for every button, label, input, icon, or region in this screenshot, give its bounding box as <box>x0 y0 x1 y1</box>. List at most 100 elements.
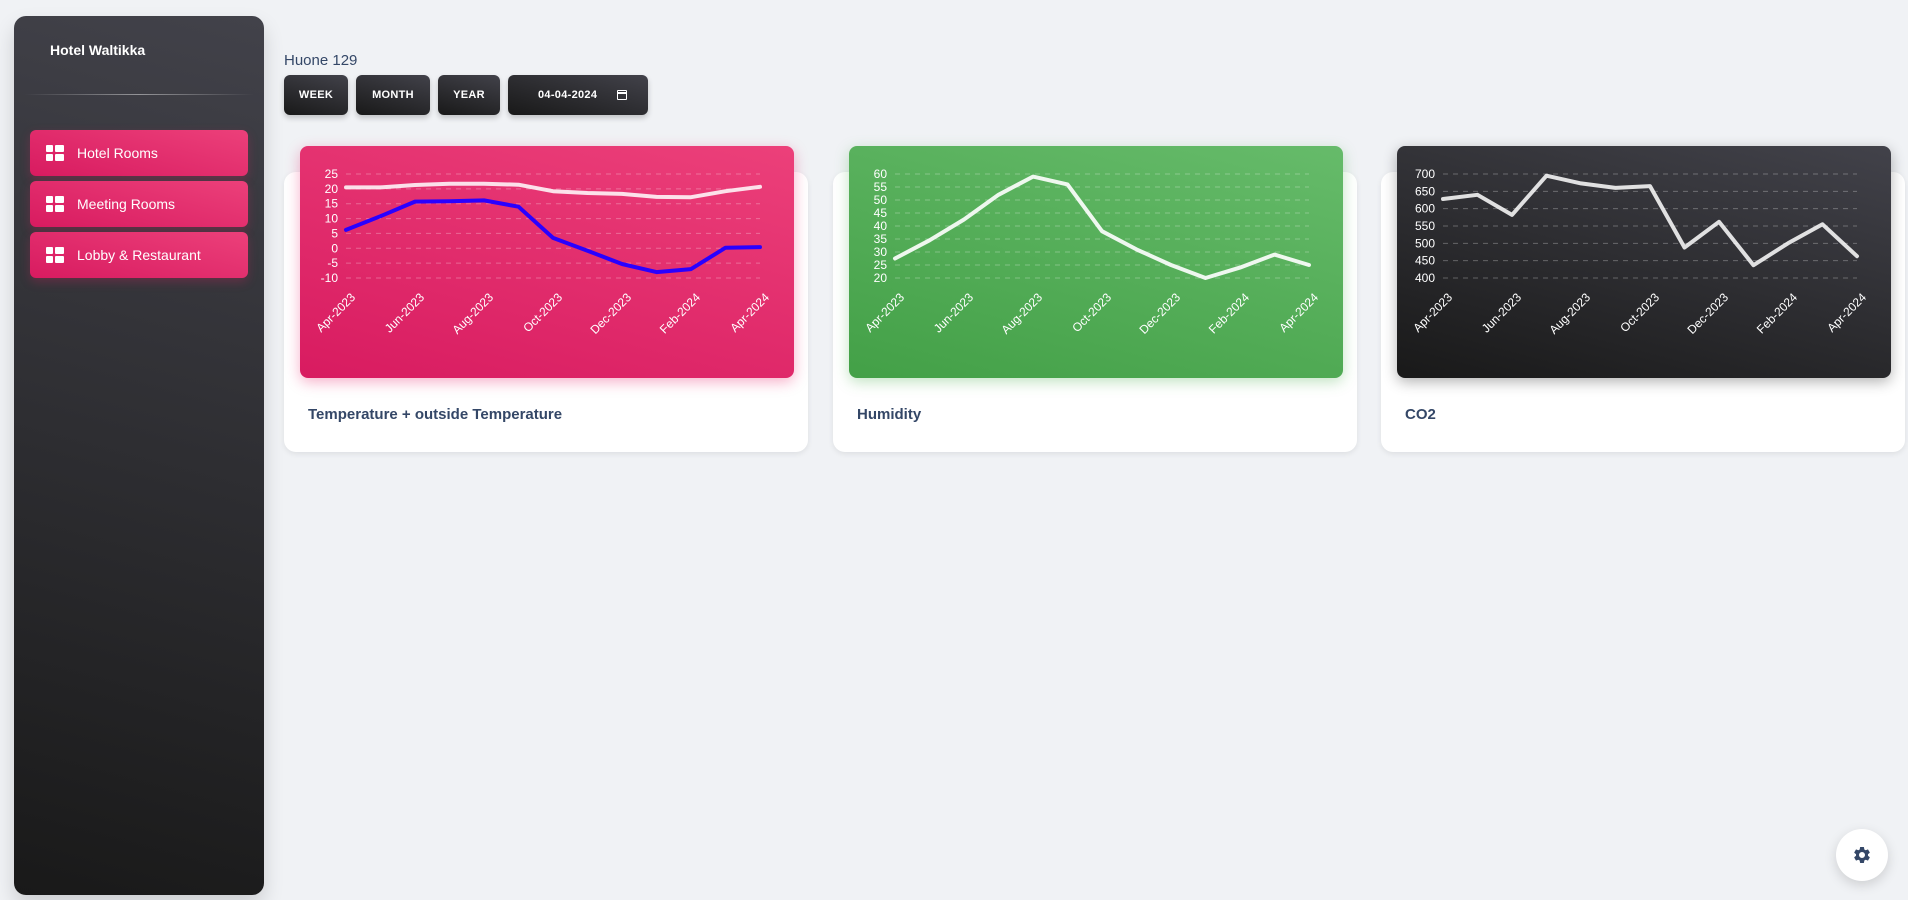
data-point <box>1136 248 1138 250</box>
dashboard-icon <box>46 247 64 263</box>
data-point <box>1308 264 1310 266</box>
y-tick-label: 650 <box>1415 184 1435 198</box>
sidebar-item-hotel-rooms[interactable]: Hotel Rooms <box>30 130 248 176</box>
data-point <box>1684 246 1686 248</box>
x-tick-label: Apr-2024 <box>727 290 772 335</box>
data-point <box>1580 182 1582 184</box>
y-tick-label: 600 <box>1415 202 1435 216</box>
y-tick-label: 450 <box>1415 254 1435 268</box>
data-point <box>725 247 727 249</box>
brand-title[interactable]: Hotel Waltikka <box>50 42 145 58</box>
date-value: 04-04-2024 <box>538 89 598 101</box>
y-tick-label: 40 <box>874 219 888 233</box>
data-point <box>414 184 416 186</box>
data-point <box>1787 242 1789 244</box>
sidebar-item-label: Meeting Rooms <box>77 196 176 212</box>
y-tick-label: 700 <box>1415 167 1435 181</box>
data-point <box>656 196 658 198</box>
x-tick-label: Jun-2023 <box>382 290 428 336</box>
data-point <box>587 250 589 252</box>
temperature-chart: 25 20 15 10 5 0 -5 -10 Apr-2023 Jun-2023 Aug-2023 O… <box>300 146 794 378</box>
data-point <box>1101 230 1103 232</box>
data-point <box>1170 264 1172 266</box>
data-point <box>1274 254 1276 256</box>
data-point <box>1856 255 1858 257</box>
year-button[interactable]: YEAR <box>438 75 500 115</box>
data-point <box>1205 277 1207 279</box>
x-tick-label: Apr-2024 <box>1276 290 1321 335</box>
y-tick-label: 25 <box>874 258 888 272</box>
settings-button[interactable] <box>1836 829 1888 881</box>
sidebar-divider <box>24 94 254 95</box>
dashboard-icon <box>46 145 64 161</box>
x-tick-label: Apr-2024 <box>1824 290 1869 335</box>
x-tick-label: Aug-2023 <box>1546 290 1593 337</box>
y-tick-label: 20 <box>325 182 339 196</box>
y-tick-label: 35 <box>874 232 888 246</box>
data-point <box>1511 214 1513 216</box>
co2-chart-svg: 700 650 600 550 500 450 400 Apr-2023 Jun-2023 Aug… <box>1410 167 1869 337</box>
data-point <box>621 193 623 195</box>
date-picker-input[interactable]: 04-04-2024 <box>508 75 648 115</box>
sidebar-item-lobby-restaurant[interactable]: Lobby & Restaurant <box>30 232 248 278</box>
y-tick-label: 10 <box>325 212 339 226</box>
data-point <box>894 258 896 260</box>
y-tick-label: 25 <box>325 167 339 181</box>
data-point <box>552 237 554 239</box>
y-tick-label: 5 <box>331 226 338 240</box>
x-tick-label: Feb-2024 <box>1754 290 1800 336</box>
month-button[interactable]: MONTH <box>356 75 430 115</box>
gear-icon <box>1854 847 1870 863</box>
data-point <box>759 186 761 188</box>
data-point <box>345 229 347 231</box>
y-tick-label: 15 <box>325 197 339 211</box>
x-tick-label: Dec-2023 <box>587 290 634 337</box>
data-point <box>483 199 485 201</box>
data-point <box>1649 185 1651 187</box>
data-point <box>587 192 589 194</box>
data-point <box>759 246 761 248</box>
series-line-0 <box>1441 173 1859 268</box>
x-tick-label: Apr-2023 <box>313 290 358 335</box>
data-point <box>690 268 692 270</box>
data-point <box>1067 183 1069 185</box>
x-tick-label: Jun-2023 <box>1479 290 1525 336</box>
calendar-icon[interactable] <box>617 90 628 100</box>
y-tick-label: -10 <box>321 271 339 285</box>
page-title: Huone 129 <box>284 52 358 69</box>
data-point <box>518 206 520 208</box>
sidebar: Hotel Waltikka Hotel Rooms Meeting Rooms… <box>14 16 264 895</box>
week-button[interactable]: WEEK <box>284 75 348 115</box>
sidebar-nav: Hotel Rooms Meeting Rooms Lobby & Restau… <box>30 130 248 283</box>
x-tick-label: Feb-2024 <box>657 290 703 336</box>
data-point <box>1753 264 1755 266</box>
data-point <box>380 215 382 217</box>
y-tick-label: 20 <box>874 271 888 285</box>
data-point <box>1615 187 1617 189</box>
data-point <box>449 183 451 185</box>
temperature-chart-svg: 2520151050-5-10 Apr-2023 Jun-2023 Aug-2023 O… <box>313 167 772 337</box>
data-point <box>1477 194 1479 196</box>
dashboard-icon <box>46 196 64 212</box>
data-point <box>345 186 347 188</box>
data-point <box>656 271 658 273</box>
x-tick-label: Jun-2023 <box>931 290 977 336</box>
card-title: CO2 <box>1405 406 1436 423</box>
data-point <box>1718 221 1720 223</box>
x-tick-label: Apr-2023 <box>862 290 907 335</box>
sidebar-item-meeting-rooms[interactable]: Meeting Rooms <box>30 181 248 227</box>
data-point <box>1032 176 1034 178</box>
y-tick-label: 500 <box>1415 236 1435 250</box>
y-tick-label: 0 <box>331 241 338 255</box>
data-point <box>929 239 931 241</box>
data-point <box>1822 223 1824 225</box>
x-tick-label: Oct-2023 <box>1069 290 1114 335</box>
data-point <box>414 201 416 203</box>
data-point <box>518 184 520 186</box>
sidebar-item-label: Lobby & Restaurant <box>77 247 201 263</box>
data-point <box>963 219 965 221</box>
data-point <box>380 186 382 188</box>
y-tick-label: 55 <box>874 180 888 194</box>
data-point <box>483 183 485 185</box>
y-tick-label: 50 <box>874 193 888 207</box>
